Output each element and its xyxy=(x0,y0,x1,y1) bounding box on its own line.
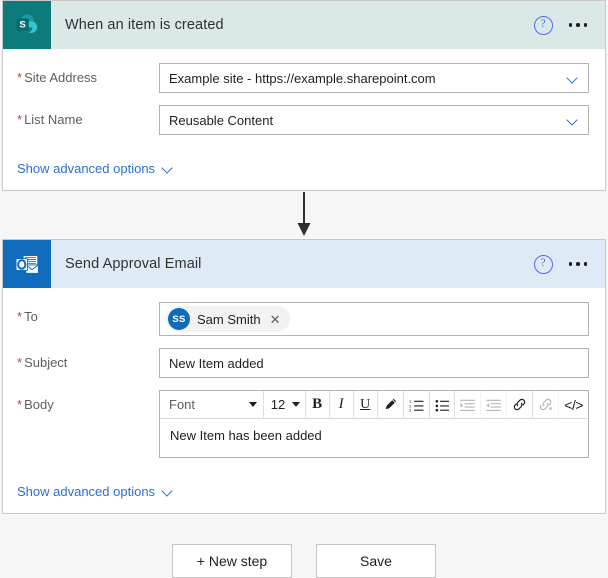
list-name-value: Reusable Content xyxy=(169,112,274,128)
chevron-down-icon[interactable] xyxy=(567,114,580,127)
svg-text:3: 3 xyxy=(409,407,411,411)
subject-value: New Item added xyxy=(169,355,264,371)
required-asterisk: * xyxy=(17,309,23,324)
field-label-subject: * Subject xyxy=(17,348,159,370)
bold-icon[interactable]: B xyxy=(306,391,330,418)
numbered-list-icon[interactable]: 1 2 3 xyxy=(404,391,430,418)
field-label-text: List Name xyxy=(24,112,83,127)
field-control-body: Font 12 B I U 1 2 3 </> New Item has bee… xyxy=(159,390,589,458)
card-header-trigger[interactable]: S When an item is created ? xyxy=(3,1,605,49)
card-title-action: Send Approval Email xyxy=(65,256,202,272)
avatar: SS xyxy=(168,308,190,330)
person-chip[interactable]: SS Sam Smith ✕ xyxy=(166,306,291,332)
flow-designer-canvas: S When an item is created ? * Site Addres… xyxy=(0,0,608,578)
field-control-to: SS Sam Smith ✕ xyxy=(159,302,589,336)
chevron-down-icon xyxy=(248,402,257,407)
field-label-text: Site Address xyxy=(24,70,98,85)
help-circle-icon[interactable]: ? xyxy=(533,15,553,35)
required-asterisk: * xyxy=(17,112,23,127)
field-label-site-address: * Site Address xyxy=(17,63,159,85)
code-view-icon[interactable]: </> xyxy=(559,391,588,418)
text-color-pen-icon[interactable] xyxy=(378,391,404,418)
underline-icon[interactable]: U xyxy=(354,391,378,418)
arrow-down-icon xyxy=(297,192,311,236)
show-advanced-options-action[interactable]: Show advanced options xyxy=(3,476,605,499)
footer-actions: + New step Save xyxy=(0,514,608,578)
sharepoint-icon: S xyxy=(3,1,51,49)
site-address-dropdown[interactable]: Example site - https://example.sharepoin… xyxy=(159,63,589,93)
list-name-dropdown[interactable]: Reusable Content xyxy=(159,105,589,135)
field-label-body: * Body xyxy=(17,390,159,412)
required-asterisk: * xyxy=(17,70,23,85)
form-row-subject: * Subject New Item added xyxy=(17,348,589,378)
body-rich-text-editor[interactable]: Font 12 B I U 1 2 3 </> New Item has bee… xyxy=(159,390,589,458)
show-advanced-options-label: Show advanced options xyxy=(17,484,156,499)
bulleted-list-icon[interactable] xyxy=(430,391,456,418)
close-icon[interactable]: ✕ xyxy=(268,313,283,326)
body-text-area[interactable]: New Item has been added xyxy=(160,419,588,457)
chevron-down-icon[interactable] xyxy=(567,72,580,85)
flow-step-card-action[interactable]: Send Approval Email ? * To SS Sam Smith … xyxy=(2,239,606,514)
rich-text-toolbar: Font 12 B I U 1 2 3 </> xyxy=(160,391,588,419)
font-family-value: Font xyxy=(169,397,196,412)
chevron-down-icon xyxy=(291,402,300,407)
form-row-body: * Body Font 12 B I U 1 2 3 </> New Item … xyxy=(17,390,589,458)
field-label-to: * To xyxy=(17,302,159,324)
field-label-text: To xyxy=(24,309,38,324)
outlook-icon xyxy=(3,240,51,288)
form-row-list-name: * List Name Reusable Content xyxy=(17,105,589,135)
card-body-trigger: * Site Address Example site - https://exa… xyxy=(3,49,605,153)
insert-link-icon[interactable] xyxy=(507,391,534,418)
card-header-actions-action: ? xyxy=(533,254,606,274)
new-step-button[interactable]: + New step xyxy=(172,544,292,578)
help-circle-icon[interactable]: ? xyxy=(533,254,553,274)
card-header-action[interactable]: Send Approval Email ? xyxy=(3,240,605,288)
show-advanced-options-trigger[interactable]: Show advanced options xyxy=(3,153,605,176)
field-control-site-address: Example site - https://example.sharepoin… xyxy=(159,63,589,93)
field-label-text: Body xyxy=(24,397,54,412)
required-asterisk: * xyxy=(17,355,23,370)
to-people-picker[interactable]: SS Sam Smith ✕ xyxy=(159,302,589,336)
font-size-dropdown[interactable]: 12 xyxy=(264,391,306,418)
ellipsis-menu-icon[interactable] xyxy=(567,17,590,33)
card-header-actions-trigger: ? xyxy=(533,15,606,35)
font-size-value: 12 xyxy=(270,397,286,412)
form-row-to: * To SS Sam Smith ✕ xyxy=(17,302,589,336)
ellipsis-menu-icon[interactable] xyxy=(567,256,590,272)
save-button[interactable]: Save xyxy=(316,544,436,578)
flow-step-card-trigger[interactable]: S When an item is created ? * Site Addres… xyxy=(2,0,606,191)
show-advanced-options-label: Show advanced options xyxy=(17,161,156,176)
field-control-subject: New Item added xyxy=(159,348,589,378)
indent-decrease-icon[interactable] xyxy=(481,391,508,418)
svg-text:S: S xyxy=(19,20,26,31)
chevron-down-icon[interactable] xyxy=(163,486,175,498)
field-label-list-name: * List Name xyxy=(17,105,159,127)
flow-connector xyxy=(0,191,608,239)
required-asterisk: * xyxy=(17,397,23,412)
card-title-trigger: When an item is created xyxy=(65,17,224,33)
subject-input[interactable]: New Item added xyxy=(159,348,589,378)
indent-increase-icon[interactable] xyxy=(455,391,482,418)
form-row-site-address: * Site Address Example site - https://exa… xyxy=(17,63,589,93)
field-control-list-name: Reusable Content xyxy=(159,105,589,135)
card-body-action: * To SS Sam Smith ✕ * Subject New Item a… xyxy=(3,288,605,476)
italic-icon[interactable]: I xyxy=(330,391,354,418)
person-name: Sam Smith xyxy=(197,311,261,327)
field-label-text: Subject xyxy=(24,355,68,370)
site-address-value: Example site - https://example.sharepoin… xyxy=(169,70,436,86)
chevron-down-icon[interactable] xyxy=(163,163,175,175)
font-family-dropdown[interactable]: Font xyxy=(160,391,264,418)
remove-link-icon[interactable] xyxy=(533,391,560,418)
